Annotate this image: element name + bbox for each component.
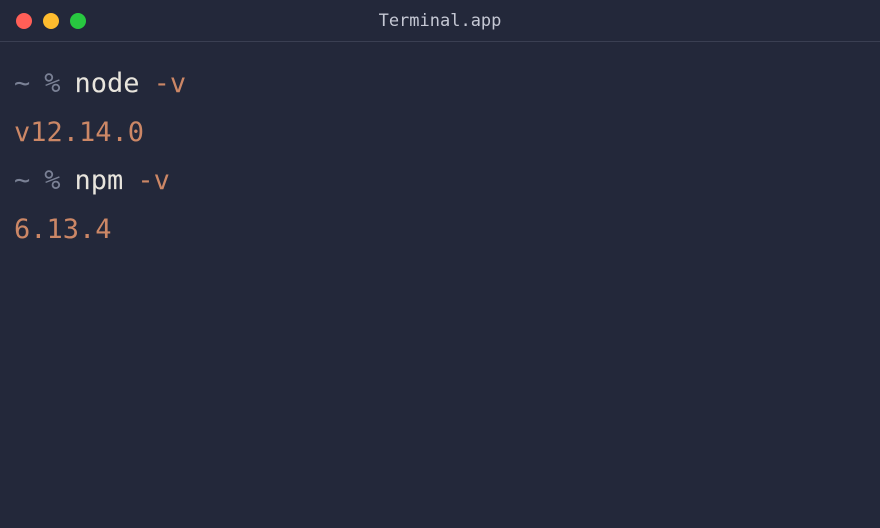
command-text: node [75, 60, 140, 109]
terminal-line: v12.14.0 [14, 109, 866, 158]
terminal-body[interactable]: ~ % node -v v12.14.0 ~ % npm -v 6.13.4 [0, 42, 880, 528]
terminal-window: Terminal.app ~ % node -v v12.14.0 ~ % np… [0, 0, 880, 528]
command-text: npm [75, 157, 124, 206]
traffic-lights [16, 13, 86, 29]
close-button[interactable] [16, 13, 32, 29]
prompt-path: ~ [14, 60, 30, 109]
command-output: v12.14.0 [14, 109, 144, 158]
terminal-line: ~ % node -v [14, 60, 866, 109]
command-output: 6.13.4 [14, 206, 112, 255]
prompt-symbol: % [44, 157, 60, 206]
terminal-line: 6.13.4 [14, 206, 866, 255]
maximize-button[interactable] [70, 13, 86, 29]
minimize-button[interactable] [43, 13, 59, 29]
command-flag: -v [154, 60, 187, 109]
window-title: Terminal.app [379, 11, 502, 31]
prompt-path: ~ [14, 157, 30, 206]
prompt-symbol: % [44, 60, 60, 109]
command-flag: -v [137, 157, 170, 206]
terminal-line: ~ % npm -v [14, 157, 866, 206]
titlebar: Terminal.app [0, 0, 880, 42]
